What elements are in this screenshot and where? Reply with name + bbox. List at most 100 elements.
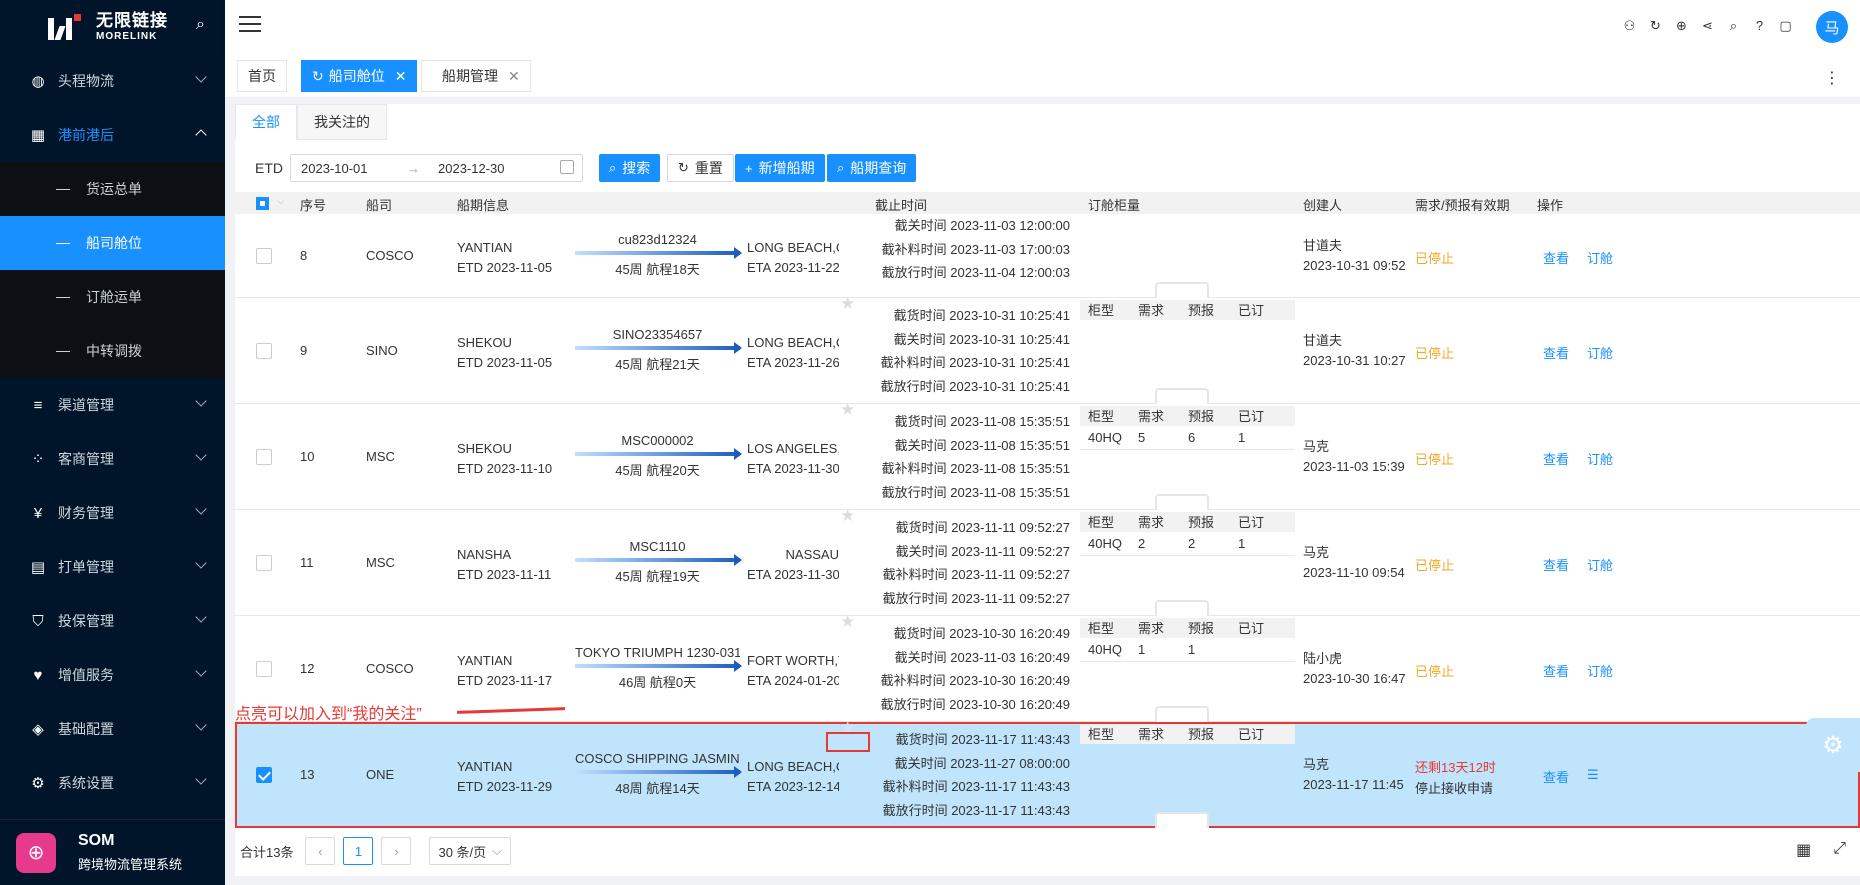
sidebar-item-4[interactable]: ¥ 财务管理 [0, 486, 225, 540]
book-link[interactable]: 订舱 [1587, 555, 1613, 574]
collapse-menu-icon[interactable] [239, 16, 261, 36]
page-size-select[interactable]: 30 条/页 ⌵ [429, 837, 512, 865]
sidebar-item-5[interactable]: ▤ 打单管理 [0, 540, 225, 594]
close-icon[interactable]: ✕ [508, 68, 520, 85]
submenu-item[interactable]: 订舱运单 [0, 270, 225, 324]
pagination: 合计13条 ‹ 1 › 30 条/页 ⌵ [240, 836, 512, 866]
refresh-icon[interactable]: ↻ [1647, 17, 1664, 34]
page-size-label: 30 条/页 [438, 844, 487, 860]
etd-date-range[interactable]: 2023-10-01 → 2023-12-30 [290, 154, 583, 182]
chevron-down-icon[interactable]: ⌵ [277, 196, 285, 207]
view-link[interactable]: 查看 [1543, 449, 1569, 468]
more-icon[interactable]: ⋮ [1824, 68, 1840, 88]
app-name: SOM [78, 832, 115, 849]
pol: YANTIAN [457, 240, 513, 255]
add-schedule-button[interactable]: + 新增船期 [735, 154, 825, 182]
menu-icon[interactable]: ☰ [1587, 767, 1599, 786]
help-icon[interactable]: ? [1751, 17, 1768, 34]
view-link[interactable]: 查看 [1543, 767, 1569, 786]
star-icon[interactable]: ★ [840, 294, 855, 314]
tab-followed[interactable]: 我关注的 [297, 104, 387, 140]
search-icon[interactable]: ⌕ [1725, 17, 1742, 34]
select-all-checkbox[interactable] [256, 197, 269, 210]
reset-button[interactable]: ↻ 重置 [667, 154, 734, 182]
view-link[interactable]: 查看 [1543, 555, 1569, 574]
search-button[interactable]: ⌕ 搜索 [599, 154, 661, 182]
row-checkbox[interactable] [256, 555, 272, 571]
page-button[interactable]: 1 [343, 837, 374, 865]
star-icon[interactable]: ★ [840, 400, 855, 420]
menu-search-icon[interactable]: ⌕ [196, 16, 205, 34]
etd: ETD 2023-11-17 [457, 673, 553, 688]
pod: LONG BEACH,CA [747, 335, 839, 350]
row-checkbox[interactable] [256, 767, 272, 783]
book-link[interactable]: 订舱 [1587, 248, 1613, 267]
creator: 马克 [1303, 439, 1330, 454]
row-checkbox[interactable] [256, 248, 272, 264]
table-row[interactable]: 13 ONE YANTIAN ETD 2023-11-29 COSCO SHIP… [235, 718, 1860, 828]
sidebar-item-6[interactable]: ⛉ 投保管理 [0, 594, 225, 648]
share-icon[interactable]: ⋖ [1699, 17, 1716, 34]
pod-info: LONG BEACH,CA ETA 2023-11-22 [747, 238, 839, 278]
creator-info: 甘道夫 2023-10-31 10:27 [1303, 331, 1408, 371]
next-page-button[interactable]: › [381, 837, 412, 865]
sidebar-item-3[interactable]: ⁘ 客商管理 [0, 432, 225, 486]
row-checkbox[interactable] [256, 449, 272, 465]
language-icon[interactable]: ⊕ [1673, 17, 1690, 34]
status-text: 还剩13天12时 [1415, 760, 1496, 775]
submenu-item[interactable]: 货运总单 [0, 162, 225, 216]
sidebar-item-9[interactable]: ⚙ 系统设置 [0, 756, 225, 810]
refresh-icon[interactable]: ↻ [312, 68, 324, 85]
sidebar-item-1[interactable]: ▦ 港前港后 [0, 108, 225, 162]
table-row[interactable]: 8 COSCO YANTIAN ETD 2023-11-05 cu823d123… [235, 214, 1860, 298]
top-bar: ⚇ ↻ ⊕ ⋖ ⌕ ? ▢ 马 [225, 0, 1860, 54]
row-checkbox[interactable] [256, 661, 272, 677]
route-arrow [575, 660, 742, 672]
sidebar-item-0[interactable]: ◍ 头程物流 [0, 54, 225, 108]
book-link[interactable]: 订舱 [1587, 343, 1613, 362]
date-to[interactable]: 2023-12-30 [438, 161, 505, 176]
booking-value: 1 [1238, 430, 1246, 445]
fullscreen-icon[interactable]: ⤢ [1833, 840, 1846, 860]
pol-info: YANTIAN ETD 2023-11-29 [457, 757, 552, 797]
row-checkbox[interactable] [256, 343, 272, 359]
customer-icon: ⁘ [31, 451, 45, 468]
voyage: SINO23354657 45周 航程21天 [575, 327, 742, 373]
tab-home[interactable]: 首页 [237, 60, 287, 92]
table-row[interactable]: 10 MSC SHEKOU ETD 2023-11-10 MSC000002 4… [235, 400, 1860, 510]
star-icon[interactable]: ★ [840, 612, 855, 632]
container-ship-icon [1155, 706, 1209, 722]
close-icon[interactable]: ✕ [395, 68, 407, 85]
book-link[interactable]: 订舱 [1587, 449, 1613, 468]
sidebar-item-8[interactable]: ◈ 基础配置 [0, 702, 225, 756]
cutoff-time: 截补料时间 2023-11-11 09:52:27 [882, 567, 1070, 582]
table-settings-icon[interactable]: ▦ [1796, 840, 1811, 860]
user-avatar[interactable]: 马 [1816, 11, 1848, 43]
dash-icon [56, 350, 70, 352]
bag-icon[interactable]: ▢ [1777, 17, 1794, 34]
col-schedule: 船期信息 [457, 198, 510, 213]
sidebar-item-2[interactable]: ≡ 渠道管理 [0, 378, 225, 432]
table-row[interactable]: 11 MSC NANSHA ETD 2023-11-11 MSC1110 45周… [235, 506, 1860, 616]
tab-carrier-space[interactable]: ↻ 船司舱位 ✕ [301, 60, 418, 92]
book-link[interactable]: 订舱 [1587, 661, 1613, 680]
sidebar-item-7[interactable]: ♥ 增值服务 [0, 648, 225, 702]
date-from[interactable]: 2023-10-01 [301, 161, 407, 176]
table-row[interactable]: 12 COSCO YANTIAN ETD 2023-11-17 TOKYO TR… [235, 612, 1860, 722]
pol: YANTIAN [457, 653, 513, 668]
view-link[interactable]: 查看 [1543, 343, 1569, 362]
user-switch-icon[interactable]: ⚇ [1621, 17, 1638, 34]
submenu-item[interactable]: 中转调拨 [0, 324, 225, 378]
table-row[interactable]: 9 SINO SHEKOU ETD 2023-11-05 SINO2335465… [235, 294, 1860, 404]
tab-schedule[interactable]: 船期管理 ✕ [421, 60, 531, 92]
view-link[interactable]: 查看 [1543, 661, 1569, 680]
submenu-item[interactable]: 船司舱位 [0, 216, 225, 270]
prev-page-button[interactable]: ‹ [305, 837, 336, 865]
schedule-query-button[interactable]: ⌕ 船期查询 [827, 154, 917, 182]
route-arrow [575, 342, 742, 354]
star-icon[interactable]: ★ [840, 506, 855, 526]
settings-gear-icon[interactable]: ⚙ [1806, 718, 1860, 772]
tab-all[interactable]: 全部 [235, 104, 297, 140]
etd: ETD 2023-11-29 [457, 779, 553, 794]
view-link[interactable]: 查看 [1543, 248, 1569, 267]
